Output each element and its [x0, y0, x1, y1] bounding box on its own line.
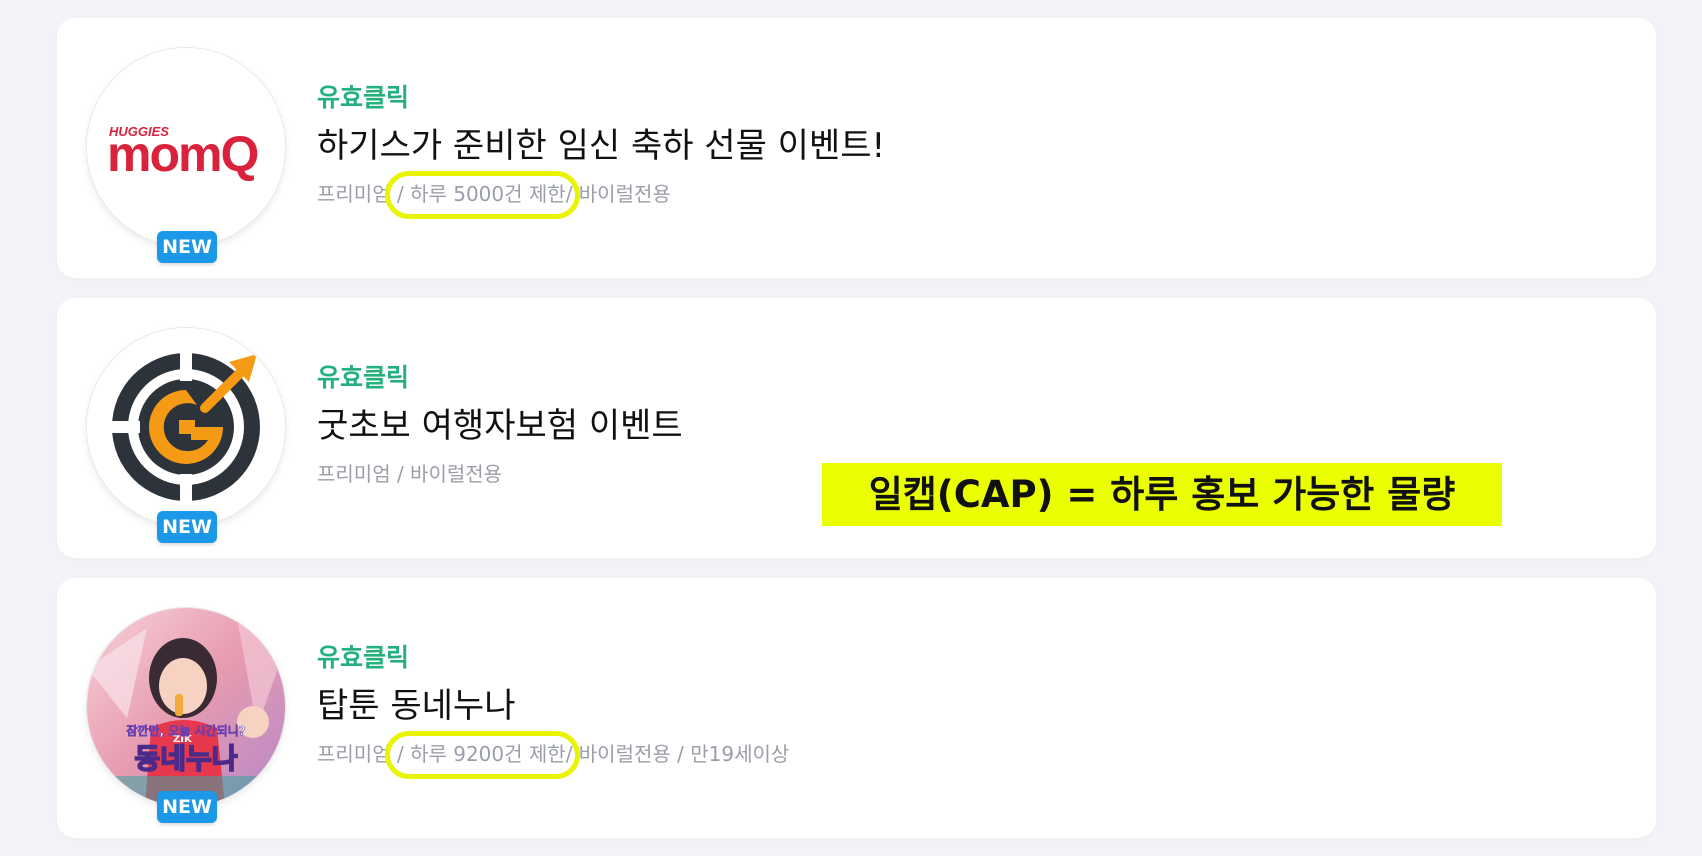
webtoon-character-image: ZIK 잠깐만, 오늘 시간되니? 동네누나 — [87, 608, 285, 806]
meta-usage: / 바이럴전용 / 만19세이상 — [565, 742, 790, 766]
thumb-caption-top: 잠깐만, 오늘 시간되니? — [126, 723, 245, 738]
new-badge: NEW — [157, 791, 217, 823]
campaign-meta: 프리미엄 / 바이럴전용 — [317, 462, 503, 486]
momq-logo-main: momQ — [107, 126, 257, 182]
campaign-meta: 프리미엄 / 하루 5000건 제한 / 바이럴전용 — [317, 171, 671, 219]
target-arrow-logo-icon — [87, 328, 285, 526]
campaign-title[interactable]: 하기스가 준비한 임신 축하 선물 이벤트! — [317, 124, 885, 168]
meta-usage: / 바이럴전용 — [565, 182, 671, 206]
new-badge: NEW — [157, 231, 217, 263]
campaign-category: 유효클릭 — [317, 363, 410, 392]
thumb-caption-main: 동네누나 — [134, 742, 237, 775]
campaign-title[interactable]: 굿초보 여행자보험 이벤트 — [317, 404, 683, 448]
campaign-thumbnail-goodchobo — [87, 328, 285, 526]
campaign-card[interactable]: HUGGIES momQ NEW 유효클릭 하기스가 준비한 임신 축하 선물 … — [57, 18, 1656, 278]
campaign-category: 유효클릭 — [317, 83, 410, 112]
campaign-category: 유효클릭 — [317, 643, 410, 672]
cap-annotation-banner: 일캡(CAP) = 하루 홍보 가능한 물량 — [822, 463, 1502, 526]
campaign-thumbnail-momq: HUGGIES momQ — [87, 48, 285, 246]
momq-logo: HUGGIES momQ — [87, 48, 285, 246]
campaign-thumbnail-toptoon: ZIK 잠깐만, 오늘 시간되니? 동네누나 — [87, 608, 285, 806]
meta-daily-limit-highlight: / 하루 5000건 제한 — [384, 171, 580, 219]
meta-daily-limit-highlight: / 하루 9200건 제한 — [384, 731, 580, 779]
campaign-card[interactable]: ZIK 잠깐만, 오늘 시간되니? 동네누나 NEW 유효클릭 탑툰 동네누나 … — [57, 578, 1656, 838]
new-badge: NEW — [157, 511, 217, 543]
campaign-meta: 프리미엄 / 하루 9200건 제한 / 바이럴전용 / 만19세이상 — [317, 731, 790, 779]
campaign-title[interactable]: 탑툰 동네누나 — [317, 684, 516, 728]
